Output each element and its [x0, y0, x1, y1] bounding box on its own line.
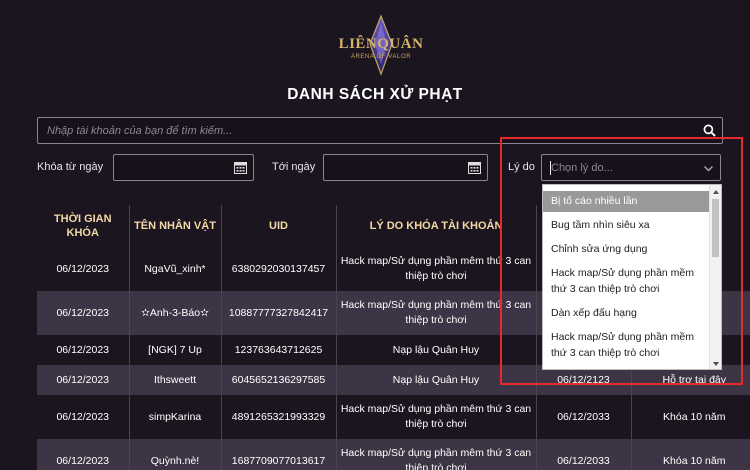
name-cell: ✫Anh-3-Báo✫: [128, 291, 221, 335]
date-cell: 06/12/2023: [56, 262, 110, 275]
from-date-field[interactable]: [113, 154, 254, 181]
reason-cell: Hack map/Sử dụng phần mêm thứ 3 can thiệ…: [335, 395, 536, 439]
action-cell: Khóa 10 năm: [630, 395, 750, 439]
search-box: [37, 117, 723, 144]
search-input[interactable]: [47, 123, 687, 139]
uid-cell: 6380292030137457: [220, 247, 336, 291]
table-row: 06/12/2023 simpKarina 4891265321993329 H…: [37, 395, 750, 439]
scrollbar-thumb[interactable]: [712, 199, 719, 257]
page-title: DANH SÁCH XỬ PHẠT: [287, 86, 463, 103]
search-icon[interactable]: [703, 124, 716, 137]
name-cell: Quỳnh.nè!: [128, 439, 221, 470]
reason-cell: Nạp lậu Quân Huy: [335, 365, 536, 395]
reason-option[interactable]: Hack map/Sử dụng phần mềm thứ 3 can thiệ…: [543, 330, 710, 361]
uid-cell: 123763643712625: [220, 335, 336, 365]
reason-cell: Hack map/Sử dụng phần mêm thứ 3 can thiệ…: [335, 291, 536, 335]
table-row: 06/12/2023 Quỳnh.nè! 1687709077013617 Ha…: [37, 439, 750, 470]
reason-option[interactable]: Bị tố cáo nhiều lần: [543, 191, 710, 212]
dropdown-scrollbar[interactable]: [709, 185, 722, 370]
scroll-up-arrow-icon[interactable]: [710, 186, 722, 198]
lienquan-logo: LIÊNQUÂN ARENA OF VALOR: [338, 14, 424, 76]
chevron-down-icon[interactable]: [703, 163, 714, 174]
reason-select[interactable]: Chọn lý do...: [541, 154, 721, 181]
reason-label: Lý do: [508, 161, 535, 173]
calendar-icon[interactable]: [468, 161, 481, 174]
reason-dropdown-list: Bị tố cáo nhiều lần Bug tầm nhìn siêu xa…: [542, 184, 722, 370]
column-header: THỜI GIAN KHÓA: [53, 213, 112, 239]
column-header: UID: [220, 205, 336, 247]
reason-placeholder: Chọn lý do...: [551, 162, 613, 174]
reason-cell: Hack map/Sử dụng phần mêm thứ 3 can thiệ…: [335, 439, 536, 470]
from-date-label: Khóa từ ngày: [37, 161, 104, 173]
uid-cell: 6045652136297585: [220, 365, 336, 395]
scroll-down-arrow-icon[interactable]: [710, 358, 722, 370]
name-cell: simpKarina: [128, 395, 221, 439]
date-cell: 06/12/2023: [56, 410, 110, 423]
uid-cell: 1687709077013617: [220, 439, 336, 470]
reason-option[interactable]: Dàn xếp đấu hạng: [543, 306, 710, 322]
reason-option[interactable]: Bug tầm nhìn siêu xa: [543, 218, 710, 234]
date-cell: 06/12/2023: [37, 291, 129, 335]
calendar-icon[interactable]: [234, 161, 247, 174]
name-cell: Ithsweett: [128, 365, 221, 395]
column-header: LÝ DO KHÓA TÀI KHOẢN: [335, 205, 536, 247]
logo-subtitle: ARENA OF VALOR: [350, 54, 412, 60]
reason-option[interactable]: Hack map/Sử dụng phần mềm thứ 3 can thiệ…: [543, 266, 710, 297]
name-cell: NgaVũ_xinh*: [128, 247, 221, 291]
date-cell: 06/12/2023: [56, 343, 110, 356]
action-cell: Khóa 10 năm: [630, 439, 750, 470]
reason-cell: Hack map/Sử dụng phần mêm thứ 3 can thiệ…: [335, 247, 536, 291]
until-cell: 06/12/2033: [535, 439, 631, 470]
until-cell: 06/12/2033: [535, 395, 631, 439]
uid-cell: 4891265321993329: [220, 395, 336, 439]
reason-cell: Nạp lậu Quân Huy: [335, 335, 536, 365]
date-cell: 06/12/2023: [37, 439, 129, 470]
uid-cell: 10887777327842417: [220, 291, 336, 335]
date-cell: 06/12/2023: [37, 365, 129, 395]
to-date-field[interactable]: [323, 154, 488, 181]
column-header: TÊN NHÂN VẬT: [128, 205, 221, 247]
name-cell: [NGK] 7 Up: [128, 335, 221, 365]
logo-wordmark: LIÊNQUÂN: [338, 36, 424, 52]
to-date-label: Tới ngày: [272, 161, 316, 173]
reason-option[interactable]: Chỉnh sửa ứng dụng: [543, 242, 710, 258]
